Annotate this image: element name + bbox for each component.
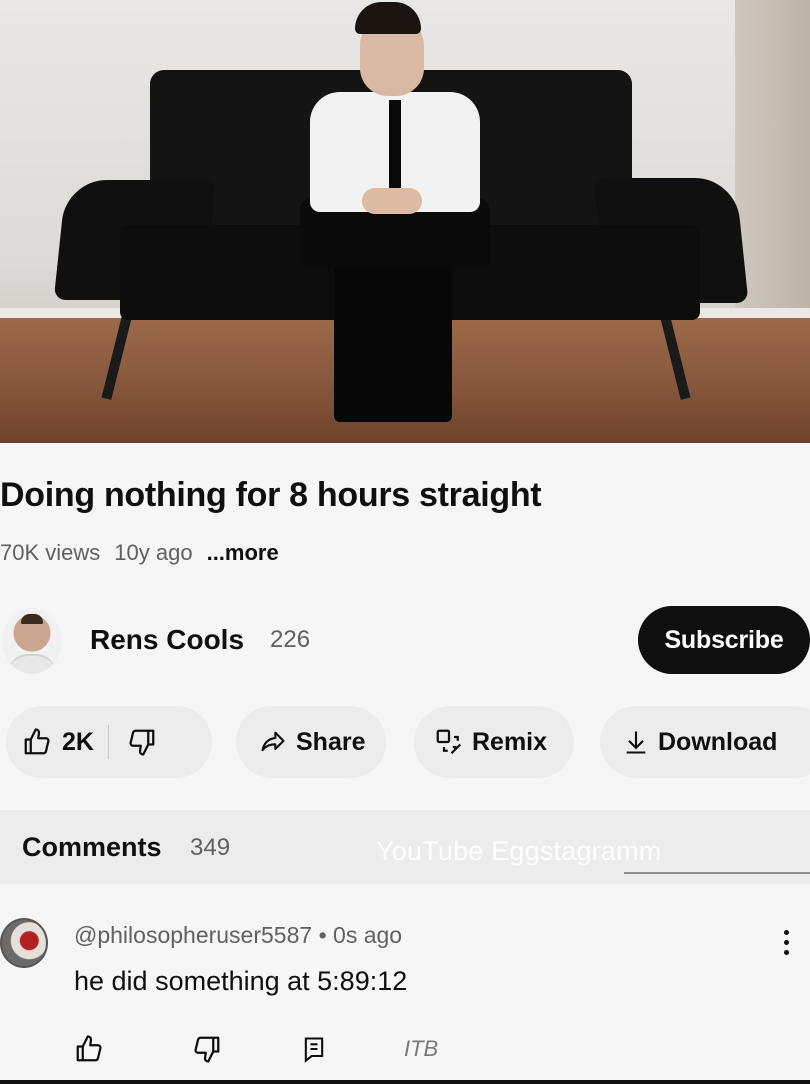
- video-meta[interactable]: 70K views 10y ago ...more: [0, 538, 279, 568]
- comments-title: Comments: [22, 832, 162, 862]
- video-player[interactable]: [0, 0, 810, 443]
- subscriber-count: 226: [270, 626, 311, 653]
- comment-author[interactable]: @philosopheruser5587: [74, 922, 312, 948]
- comment-actions: ITB: [0, 1032, 810, 1072]
- comment-like-button[interactable]: [74, 1034, 104, 1069]
- download-icon: [622, 727, 650, 757]
- person-hair: [355, 2, 421, 34]
- avatar-hair: [21, 614, 43, 624]
- channel-row: Rens Cools 226 Subscribe: [0, 604, 810, 678]
- kebab-dot: [783, 940, 789, 945]
- comment-separator: •: [318, 922, 327, 948]
- channel-avatar[interactable]: [2, 608, 62, 674]
- divider: [107, 725, 109, 759]
- thumbs-down-icon: [194, 1036, 220, 1063]
- itb-label: ITB: [404, 1036, 439, 1061]
- share-label: Share: [296, 727, 366, 756]
- comment-text: he did something at 5:89:12: [74, 966, 408, 996]
- subscribe-button[interactable]: Subscribe: [638, 606, 810, 674]
- share-button[interactable]: Share: [236, 706, 386, 778]
- person-hands: [362, 188, 422, 214]
- comment-age: 0s ago: [333, 922, 403, 948]
- reply-icon: [304, 1037, 324, 1063]
- remix-icon: [434, 727, 464, 757]
- comments-count: 349: [190, 834, 231, 861]
- avatar-body: [8, 654, 56, 674]
- action-bar: 2K Share Remix Download: [0, 706, 810, 778]
- thumbs-up-icon: [22, 727, 52, 757]
- remix-button[interactable]: Remix: [414, 706, 574, 778]
- view-count: 70K views: [0, 540, 101, 565]
- video-title: Doing nothing for 8 hours straight: [0, 476, 542, 514]
- person-tie: [389, 100, 401, 190]
- more-vertical-icon[interactable]: [778, 930, 794, 960]
- watermark-underline: [624, 872, 810, 874]
- bottom-edge: [0, 1080, 810, 1084]
- thumbs-down-icon: [127, 727, 157, 757]
- kebab-dot: [783, 950, 789, 955]
- share-arrow-icon: [258, 728, 288, 756]
- watermark: YouTube Eggstagramm: [376, 836, 662, 866]
- person-legs: [334, 262, 452, 422]
- comment-dislike-button[interactable]: [192, 1034, 222, 1069]
- kebab-dot: [783, 930, 789, 935]
- more-link[interactable]: ...more: [207, 538, 279, 568]
- like-dislike-group: 2K: [6, 706, 212, 778]
- comment-reply-button[interactable]: [300, 1034, 328, 1069]
- comment-author-line: @philosopheruser5587 • 0s ago: [74, 922, 402, 949]
- like-count: 2K: [62, 727, 94, 756]
- like-button[interactable]: 2K: [6, 727, 94, 757]
- upload-age: 10y ago: [114, 540, 193, 565]
- dislike-button[interactable]: [127, 727, 157, 757]
- download-button[interactable]: Download: [600, 706, 810, 778]
- remix-label: Remix: [472, 727, 548, 756]
- download-label: Download: [658, 727, 778, 756]
- commenter-avatar[interactable]: [0, 918, 48, 968]
- thumbs-up-icon: [76, 1035, 102, 1062]
- channel-name[interactable]: Rens Cools: [90, 624, 244, 656]
